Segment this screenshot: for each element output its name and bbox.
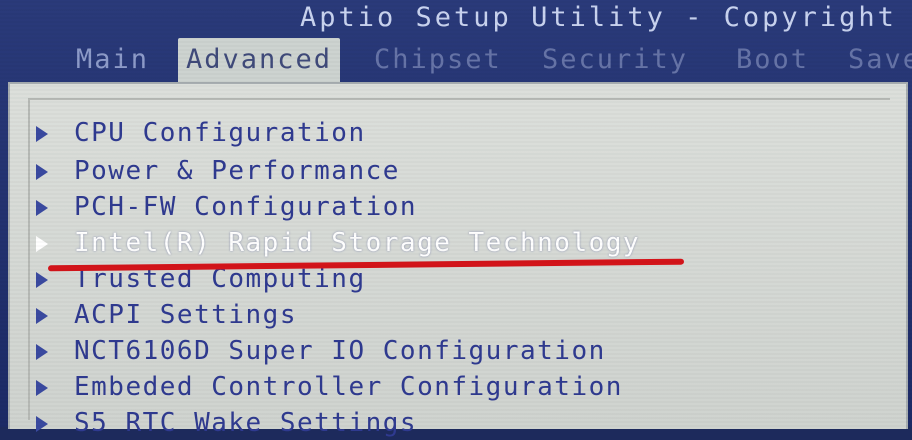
tab-save[interactable]: Save: [848, 38, 912, 82]
submenu-arrow-icon: [36, 199, 48, 216]
submenu-arrow-icon: [36, 271, 48, 288]
submenu-arrow-icon: [36, 343, 48, 360]
window-title: Aptio Setup Utility - Copyright: [300, 2, 897, 33]
tab-chipset[interactable]: Chipset: [374, 38, 502, 82]
submenu-arrow-icon: [36, 307, 48, 324]
menu-item-cpu-configuration[interactable]: CPU Configuration: [36, 116, 366, 150]
tab-bar: Main Advanced Chipset Security Boot Save: [68, 38, 912, 82]
tab-security[interactable]: Security: [542, 38, 688, 82]
menu-item-super-io-configuration[interactable]: NCT6106D Super IO Configuration: [36, 334, 606, 368]
tab-boot[interactable]: Boot: [736, 38, 809, 82]
menu-item-acpi-settings[interactable]: ACPI Settings: [36, 298, 297, 332]
menu-item-pch-fw-configuration[interactable]: PCH-FW Configuration: [36, 190, 417, 224]
submenu-arrow-icon: [36, 125, 48, 142]
menu-item-s5-rtc-wake-settings[interactable]: S5 RTC Wake Settings: [36, 406, 417, 440]
menu-item-power-performance[interactable]: Power & Performance: [36, 154, 400, 188]
submenu-arrow-icon: [36, 415, 48, 432]
menu-item-embeded-controller-configuration[interactable]: Embeded Controller Configuration: [36, 370, 623, 404]
submenu-arrow-icon: [36, 235, 48, 252]
submenu-arrow-icon: [36, 379, 48, 396]
menu-item-intel-rapid-storage-technology[interactable]: Intel(R) Rapid Storage Technology: [36, 226, 640, 260]
bios-screen: Aptio Setup Utility - Copyright Main Adv…: [0, 0, 912, 438]
tab-advanced[interactable]: Advanced: [178, 38, 341, 82]
submenu-arrow-icon: [36, 163, 48, 180]
tab-main[interactable]: Main: [76, 38, 149, 82]
